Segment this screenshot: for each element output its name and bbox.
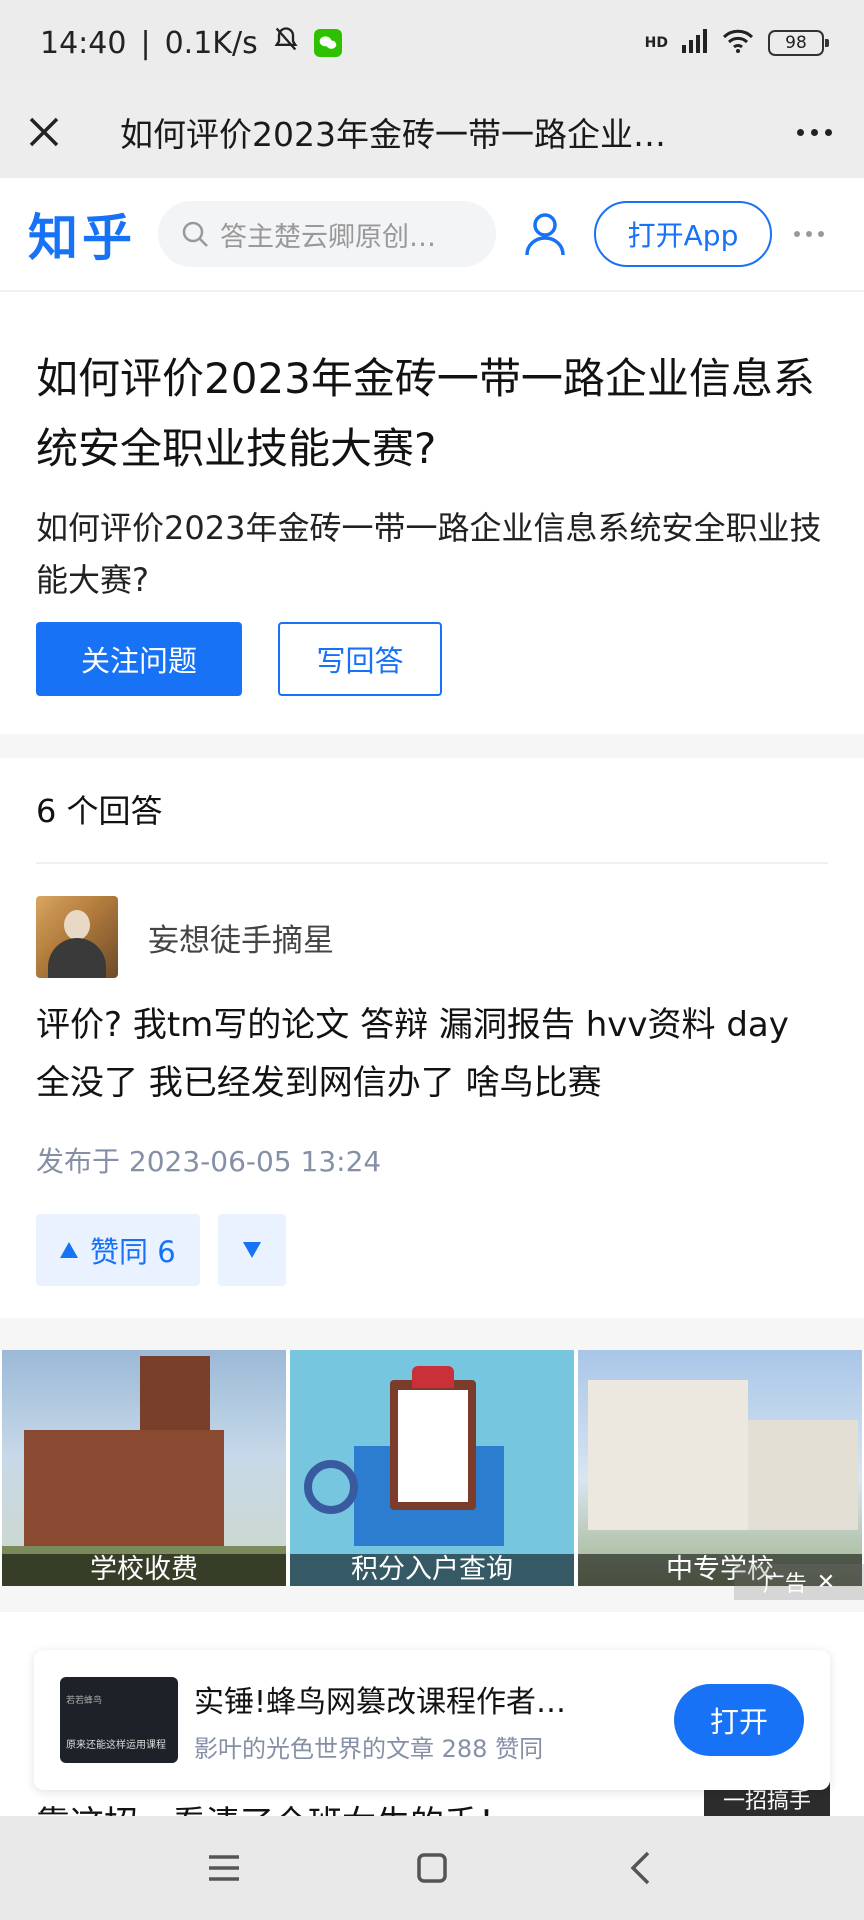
status-left: 14:40 | 0.1K/s — [40, 25, 342, 61]
triangle-up-icon — [60, 1242, 78, 1258]
more-dot-icon — [818, 231, 824, 237]
search-placeholder: 答主楚云卿原创… — [220, 221, 436, 253]
question-description: 如何评价2023年金砖一带一路企业信息系统安全职业技能大赛? — [36, 509, 822, 599]
ad-label: 积分入户查询 — [290, 1554, 574, 1586]
user-icon — [525, 213, 565, 256]
downvote-button[interactable] — [217, 1214, 286, 1286]
building-illustration — [24, 1430, 224, 1560]
recommendation-title: 实锤!蜂鸟网篡改课程作者… — [194, 1684, 567, 1720]
status-right: HD 98 — [644, 29, 829, 57]
thumb-caption: 原来还能这样运用课程 — [66, 1740, 166, 1751]
browser-title-bar: 如何评价2023年金砖一带一路企业… — [0, 86, 864, 178]
ad-tag-label: 广告 — [762, 1572, 807, 1597]
upvote-label: 赞同 6 — [90, 1235, 176, 1269]
back-chevron-icon — [630, 1851, 650, 1885]
apartment-illustration — [748, 1420, 858, 1530]
ad-tile-school-fees[interactable]: 学校收费 — [2, 1350, 286, 1586]
more-dot-icon — [824, 128, 832, 136]
search-icon — [182, 221, 208, 247]
avatar-head — [64, 910, 90, 940]
header-more-button[interactable] — [794, 231, 824, 237]
apartment-illustration — [588, 1380, 748, 1530]
thumb-caption: 若若蜂鸟 — [66, 1696, 103, 1706]
ad-tile-technical-school[interactable]: 中专学校 — [578, 1350, 862, 1586]
zhihu-logo[interactable]: 知乎 — [28, 198, 136, 270]
status-divider: | — [140, 25, 151, 61]
page-title: 如何评价2023年金砖一带一路企业… — [120, 115, 666, 154]
wechat-icon — [313, 29, 342, 57]
recommendation-info: 实锤!蜂鸟网篡改课程作者… 影叶的光色世界的文章 288 赞同 — [194, 1677, 656, 1764]
signal-icon — [682, 29, 708, 57]
close-icon — [29, 117, 59, 147]
ad-strip: 学校收费 积分入户查询 中专学校 — [0, 1350, 864, 1586]
more-dot-icon — [806, 231, 812, 237]
avatar-body — [48, 938, 106, 978]
clipboard-paper-illustration — [398, 1390, 468, 1502]
follow-question-button[interactable]: 关注问题 — [36, 622, 242, 696]
status-time: 14:40 — [40, 25, 127, 61]
open-button[interactable]: 打开 — [674, 1684, 804, 1756]
back-button[interactable] — [610, 1838, 670, 1898]
vote-row: 赞同 6 — [36, 1214, 828, 1286]
answer-timestamp: 发布于 2023-06-05 13:24 — [36, 1145, 382, 1178]
zhihu-header: 知乎 答主楚云卿原创… 打开App — [0, 178, 864, 292]
author-name[interactable]: 妄想徒手摘星 — [148, 915, 334, 960]
question-title: 如何评价2023年金砖一带一路企业信息系统安全职业技能大赛? — [36, 354, 815, 473]
status-bar: 14:40 | 0.1K/s HD 98 — [0, 0, 864, 86]
more-dot-icon — [796, 128, 804, 136]
more-dot-icon — [810, 128, 818, 136]
recommendation-subtitle: 影叶的光色世界的文章 288 赞同 — [194, 1734, 544, 1763]
home-square-icon — [417, 1853, 447, 1883]
search-input[interactable]: 答主楚云卿原创… — [158, 201, 496, 267]
ad-tile-points-query[interactable]: 积分入户查询 — [290, 1350, 574, 1586]
close-button[interactable] — [0, 86, 88, 178]
status-speed: 0.1K/s — [164, 25, 258, 61]
menu-icon — [209, 1855, 239, 1881]
ad-tag[interactable]: 广告 ✕ — [734, 1564, 864, 1600]
close-icon[interactable]: ✕ — [817, 1570, 835, 1595]
answer-count: 6 个回答 — [36, 758, 828, 864]
upvote-button[interactable]: 赞同 6 — [36, 1214, 200, 1286]
write-answer-button[interactable]: 写回答 — [278, 622, 442, 696]
menu-button[interactable] — [194, 1838, 254, 1898]
triangle-down-icon — [242, 1242, 261, 1258]
more-dot-icon — [794, 231, 800, 237]
home-button[interactable] — [402, 1838, 462, 1898]
answer-content[interactable]: 评价? 我tm写的论文 答辩 漏洞报告 hvv资料 day 全没了 我已经发到网… — [36, 996, 828, 1112]
magnifier-illustration — [304, 1460, 358, 1514]
question-actions: 关注问题 写回答 — [36, 622, 828, 696]
clipboard-clip-illustration — [412, 1366, 454, 1388]
wifi-icon — [722, 29, 754, 57]
answers-card: 6 个回答 妄想徒手摘星 评价? 我tm写的论文 答辩 漏洞报告 hvv资料 d… — [0, 758, 864, 1318]
system-nav-bar — [0, 1816, 864, 1920]
avatar[interactable] — [36, 896, 118, 978]
battery-indicator: 98 — [768, 30, 829, 56]
answer-author-row[interactable]: 妄想徒手摘星 — [36, 896, 828, 978]
recommendation-card[interactable]: 若若蜂鸟 原来还能这样运用课程 实锤!蜂鸟网篡改课程作者… 影叶的光色世界的文章… — [34, 1650, 830, 1790]
ad-label: 学校收费 — [2, 1554, 286, 1586]
bell-muted-icon — [272, 25, 300, 61]
open-app-button[interactable]: 打开App — [594, 201, 772, 267]
question-card: 如何评价2023年金砖一带一路企业信息系统安全职业技能大赛? 如何评价2023年… — [0, 292, 864, 734]
recommendation-thumbnail: 若若蜂鸟 原来还能这样运用课程 — [60, 1677, 178, 1763]
user-button[interactable] — [520, 209, 570, 259]
network-type: HD — [644, 35, 668, 51]
browser-more-button[interactable] — [764, 86, 864, 178]
